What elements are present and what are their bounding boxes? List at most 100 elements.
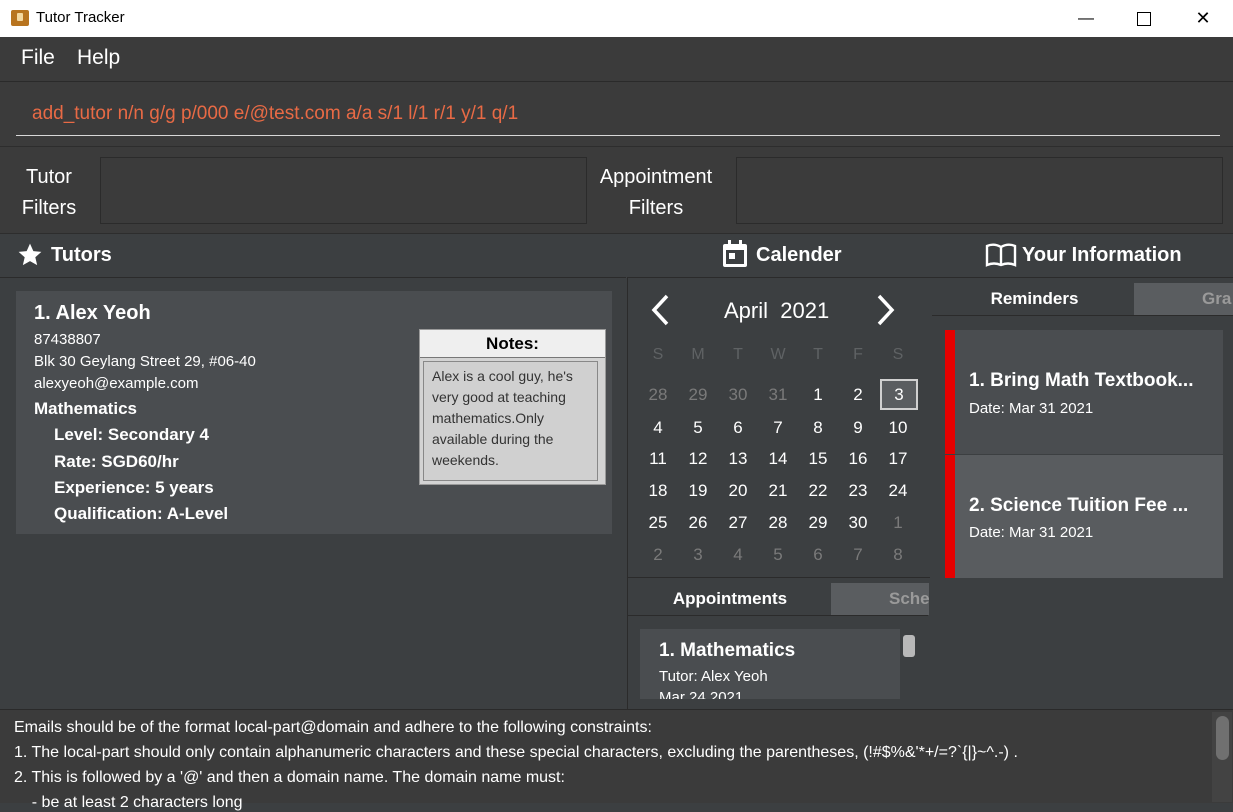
calendar-day[interactable]: 6 <box>798 545 838 565</box>
maximize-button[interactable] <box>1115 0 1173 37</box>
calendar-day[interactable]: 29 <box>678 385 718 405</box>
calendar-day[interactable]: 7 <box>758 418 798 438</box>
calendar-day[interactable]: 10 <box>878 418 918 438</box>
appointment-title: 1. Mathematics <box>659 640 796 661</box>
tutor-filters-box[interactable] <box>100 157 587 224</box>
calendar-day[interactable]: 30 <box>718 385 758 405</box>
close-button[interactable]: ✕ <box>1174 0 1232 37</box>
prev-month-button[interactable] <box>646 292 676 328</box>
calendar-day[interactable]: 20 <box>718 481 758 501</box>
app-icon <box>11 10 29 26</box>
calendar-day[interactable]: 22 <box>798 481 838 501</box>
book-icon <box>985 243 1017 267</box>
tab-divider <box>628 615 928 616</box>
calendar-day[interactable]: 23 <box>838 481 878 501</box>
calendar-day[interactable]: 12 <box>678 449 718 469</box>
calendar-day[interactable]: 29 <box>798 513 838 533</box>
calendar-day[interactable]: 26 <box>678 513 718 533</box>
calendar-icon <box>722 240 748 268</box>
minimize-button[interactable]: — <box>1057 0 1115 37</box>
calendar-day[interactable]: 2 <box>838 385 878 405</box>
calendar-year: 2021 <box>780 298 830 323</box>
reminder-item[interactable]: 1. Bring Math Textbook... Date: Mar 31 2… <box>945 330 1223 454</box>
calendar-day[interactable]: 5 <box>758 545 798 565</box>
next-month-button[interactable] <box>870 292 900 328</box>
calendar-day[interactable]: 9 <box>838 418 878 438</box>
calendar-day[interactable]: 25 <box>638 513 678 533</box>
tab-appointments[interactable]: Appointments <box>631 583 829 615</box>
tutor-filters-label: Tutor Filters <box>10 162 88 224</box>
maximize-icon <box>1137 11 1151 26</box>
appointment-card[interactable]: 1. Mathematics Tutor: Alex Yeoh Mar 24 2… <box>640 629 900 699</box>
calendar-day[interactable]: 24 <box>878 481 918 501</box>
calendar-weekday: M <box>691 346 705 363</box>
calendar-day[interactable]: 30 <box>838 513 878 533</box>
calendar-weekday: F <box>853 346 863 363</box>
appointment-filters-label-line2: Filters <box>628 197 684 219</box>
tutor-rate: Rate: SGD60/hr <box>54 452 179 471</box>
appointment-filters-label: Appointment Filters <box>590 162 722 224</box>
appointment-date: Mar 24 2021 <box>659 689 744 699</box>
calendar-day[interactable]: 7 <box>838 545 878 565</box>
calendar-day[interactable]: 28 <box>758 513 798 533</box>
calendar-day[interactable]: 27 <box>718 513 758 533</box>
appointment-filters-box[interactable] <box>736 157 1223 224</box>
calendar-day[interactable]: 19 <box>678 481 718 501</box>
calendar-day[interactable]: 17 <box>878 449 918 469</box>
tutor-level: Level: Secondary 4 <box>54 425 209 444</box>
calendar-day[interactable]: 31 <box>758 385 798 405</box>
reminder-stripe <box>945 455 955 578</box>
tutor-filters-label-line2: Filters <box>21 197 77 219</box>
tutor-name: 1. Alex Yeoh <box>34 302 151 324</box>
tab-reminders[interactable]: Reminders <box>937 283 1132 315</box>
reminder-item[interactable]: 2. Science Tuition Fee ... Date: Mar 31 … <box>945 455 1223 578</box>
tutor-email: alexyeoh@example.com <box>34 375 199 392</box>
appointment-tutor: Tutor: Alex Yeoh <box>659 668 768 685</box>
menu-help[interactable]: Help <box>77 46 120 70</box>
tab-schedule[interactable]: Sche <box>831 583 929 615</box>
menu-file[interactable]: File <box>21 46 55 70</box>
your-info-header: Your Information <box>1022 244 1182 266</box>
calendar-day[interactable]: 1 <box>878 513 918 533</box>
calendar-day[interactable]: 3 <box>678 545 718 565</box>
calendar-weekday: S <box>652 346 664 363</box>
notes-box: Notes: Alex is a cool guy, he's very goo… <box>419 329 606 485</box>
chevron-right-icon <box>877 294 895 326</box>
result-scroll-thumb[interactable] <box>1216 716 1229 760</box>
calendar-day[interactable]: 11 <box>638 449 678 469</box>
notes-title: Notes: <box>420 330 605 358</box>
calendar-day[interactable]: 18 <box>638 481 678 501</box>
calendar-day[interactable]: 8 <box>798 418 838 438</box>
calendar-day[interactable]: 1 <box>798 385 838 405</box>
minimize-icon: — <box>1078 9 1094 27</box>
calendar-day[interactable]: 4 <box>718 545 758 565</box>
calendar-day[interactable]: 6 <box>718 418 758 438</box>
calendar-day[interactable]: 4 <box>638 418 678 438</box>
calendar-day[interactable]: 21 <box>758 481 798 501</box>
calendar-day[interactable]: 15 <box>798 449 838 469</box>
calendar-day[interactable]: 5 <box>678 418 718 438</box>
calendar-day-selected[interactable]: 3 <box>880 379 918 410</box>
tutor-filters-label-line1: Tutor <box>26 166 72 188</box>
calendar-day[interactable]: 14 <box>758 449 798 469</box>
appointments-scrollbar[interactable] <box>903 635 915 657</box>
reminder-date: Date: Mar 31 2021 <box>969 400 1094 417</box>
calendar-day[interactable]: 13 <box>718 449 758 469</box>
star-icon <box>17 242 43 268</box>
calendar-day[interactable]: 16 <box>838 449 878 469</box>
result-line: 1. The local-part should only contain al… <box>14 744 1018 761</box>
reminder-title: 1. Bring Math Textbook... <box>969 370 1194 391</box>
calendar-month-year: April 2021 <box>724 298 829 324</box>
title-bar <box>0 0 1233 37</box>
appointment-filters-label-line1: Appointment <box>599 166 713 188</box>
info-tab-divider <box>932 315 1233 316</box>
chevron-left-icon <box>651 294 669 326</box>
command-input[interactable]: add_tutor n/n g/g p/000 e/@test.com a/a … <box>16 92 1220 136</box>
tutor-subject: Mathematics <box>34 399 137 418</box>
calendar-day[interactable]: 8 <box>878 545 918 565</box>
tab-grades[interactable]: Gra <box>1134 283 1233 315</box>
calendar-day[interactable]: 28 <box>638 385 678 405</box>
calendar-day[interactable]: 2 <box>638 545 678 565</box>
tutors-header: Tutors <box>51 244 112 266</box>
calendar-weekday: T <box>733 346 743 363</box>
